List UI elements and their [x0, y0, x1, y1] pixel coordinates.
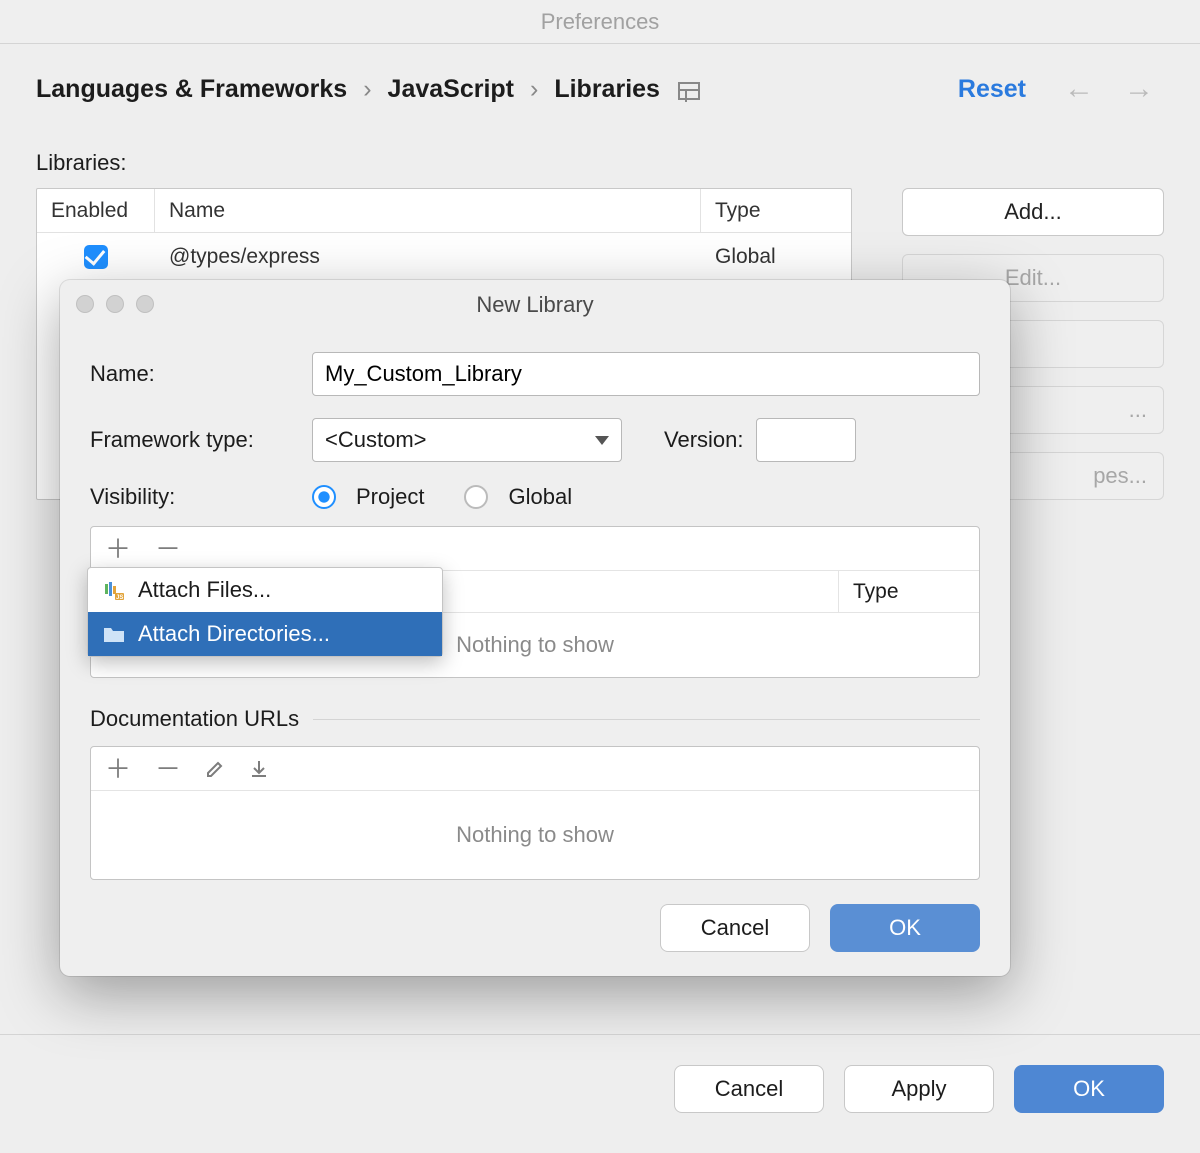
attach-directories-label: Attach Directories...: [138, 621, 330, 647]
new-library-dialog: New Library Name: Framework type: <Custo…: [60, 280, 1010, 976]
folder-icon: [102, 624, 126, 644]
window-titlebar: Preferences: [0, 0, 1200, 44]
breadcrumb: Languages & Frameworks › JavaScript › Li…: [0, 44, 1200, 130]
separator-line: [313, 719, 980, 720]
traffic-close-icon[interactable]: [76, 295, 94, 313]
attach-files-label: Attach Files...: [138, 577, 271, 603]
add-button[interactable]: Add...: [902, 188, 1164, 236]
library-type: Global: [701, 233, 851, 281]
js-file-icon: JS: [102, 580, 126, 600]
svg-text:JS: JS: [116, 595, 123, 600]
attach-popup: JS Attach Files... Attach Directories...: [87, 567, 443, 657]
nav-back-icon[interactable]: ←: [1054, 72, 1104, 106]
docs-empty: Nothing to show: [91, 791, 979, 879]
layout-icon: [678, 82, 700, 100]
column-type[interactable]: Type: [701, 189, 851, 232]
version-label: Version:: [664, 427, 744, 453]
framework-type-label: Framework type:: [90, 427, 300, 453]
apply-button[interactable]: Apply: [844, 1065, 994, 1113]
traffic-max-icon[interactable]: [136, 295, 154, 313]
nav-forward-icon[interactable]: →: [1114, 72, 1164, 106]
breadcrumb-segment-3[interactable]: Libraries: [554, 75, 660, 104]
library-name: @types/express: [155, 233, 701, 281]
chevron-down-icon: [595, 436, 609, 445]
documentation-urls-text: Documentation URLs: [90, 706, 299, 732]
dialog-title: New Library: [476, 292, 593, 317]
framework-type-select[interactable]: <Custom>: [312, 418, 622, 462]
window-title: Preferences: [541, 9, 660, 34]
visibility-global-label: Global: [508, 484, 572, 510]
visibility-global-radio[interactable]: [464, 485, 488, 509]
footer: Cancel Apply OK: [0, 1034, 1200, 1153]
attachments-table: ＋ － Name Type Nothing to show: [90, 526, 980, 678]
libraries-label: Libraries:: [36, 150, 1164, 176]
column-enabled[interactable]: Enabled: [37, 189, 155, 232]
documentation-urls-box: ＋ － Nothing to show: [90, 746, 980, 880]
breadcrumb-segment-2[interactable]: JavaScript: [388, 75, 514, 104]
name-label: Name:: [90, 361, 300, 387]
chevron-right-icon: ›: [524, 75, 544, 104]
attachments-toolbar: ＋ －: [91, 527, 979, 571]
attach-directories-item[interactable]: Attach Directories...: [88, 612, 442, 656]
traffic-min-icon[interactable]: [106, 295, 124, 313]
column-name[interactable]: Name: [155, 189, 701, 232]
table-header: Enabled Name Type: [37, 189, 851, 233]
docs-toolbar: ＋ －: [91, 747, 979, 791]
breadcrumb-segment-1[interactable]: Languages & Frameworks: [36, 75, 347, 104]
chevron-right-icon: ›: [357, 75, 377, 104]
add-icon[interactable]: ＋: [105, 536, 131, 562]
dialog-cancel-button[interactable]: Cancel: [660, 904, 810, 952]
remove-icon[interactable]: －: [155, 536, 181, 562]
visibility-project-label: Project: [356, 484, 424, 510]
framework-type-value: <Custom>: [325, 427, 427, 453]
version-input[interactable]: [756, 418, 856, 462]
window-traffic-lights[interactable]: [76, 295, 154, 313]
attachments-col-type[interactable]: Type: [839, 571, 979, 612]
cancel-button[interactable]: Cancel: [674, 1065, 824, 1113]
documentation-urls-label: Documentation URLs: [90, 706, 980, 732]
reset-link[interactable]: Reset: [958, 75, 1026, 104]
dialog-titlebar: New Library: [60, 280, 1010, 330]
edit-icon[interactable]: [205, 759, 225, 779]
dialog-footer: Cancel OK: [60, 880, 1010, 952]
table-row[interactable]: @types/express Global: [37, 233, 851, 281]
download-icon[interactable]: [249, 759, 269, 779]
enabled-checkbox[interactable]: [84, 245, 108, 269]
name-input[interactable]: [312, 352, 980, 396]
add-icon[interactable]: ＋: [105, 756, 131, 782]
remove-icon[interactable]: －: [155, 756, 181, 782]
ok-button[interactable]: OK: [1014, 1065, 1164, 1113]
attach-files-item[interactable]: JS Attach Files...: [88, 568, 442, 612]
visibility-label: Visibility:: [90, 484, 300, 510]
visibility-project-radio[interactable]: [312, 485, 336, 509]
dialog-ok-button[interactable]: OK: [830, 904, 980, 952]
